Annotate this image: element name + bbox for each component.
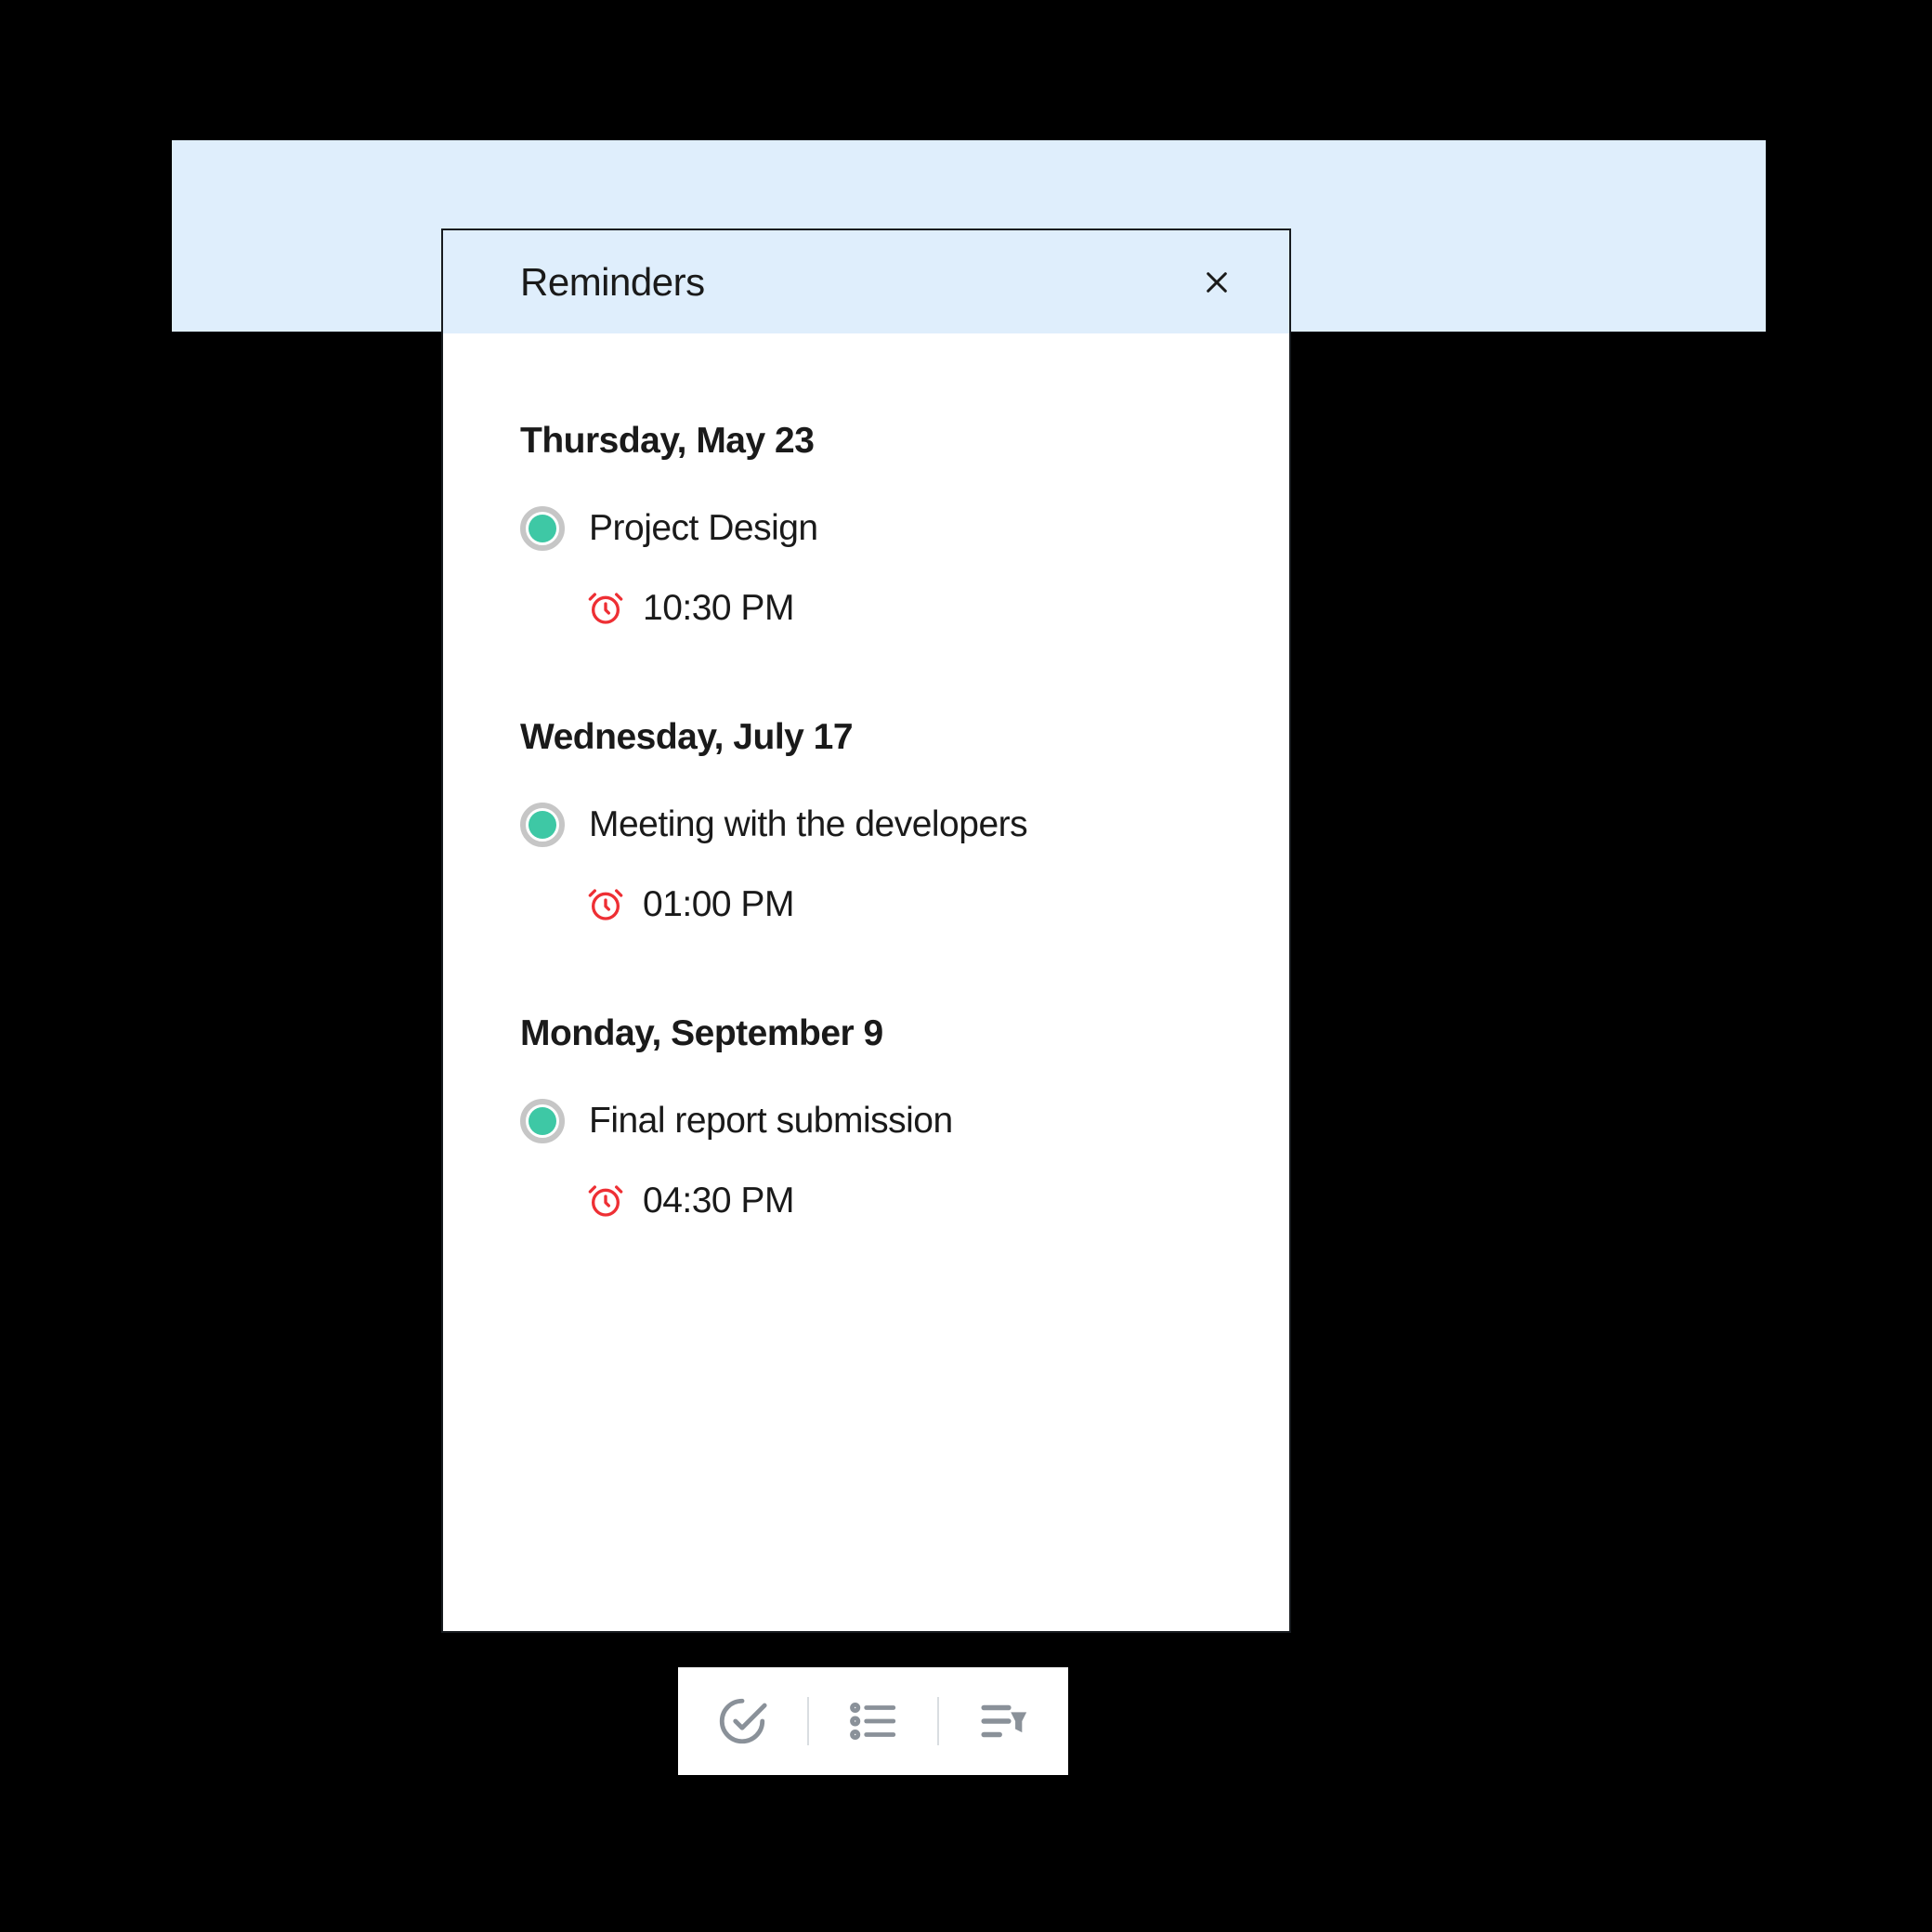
check-circle-icon — [715, 1694, 769, 1748]
date-heading: Wednesday, July 17 — [520, 717, 1212, 758]
reminder-group: Wednesday, July 17 Meeting with the deve… — [520, 717, 1212, 925]
date-heading: Monday, September 9 — [520, 1013, 1212, 1054]
reminder-title: Final report submission — [589, 1101, 953, 1142]
reminder-time-row: 04:30 PM — [520, 1181, 1212, 1221]
alarm-clock-icon — [587, 1182, 624, 1220]
status-indicator-icon[interactable] — [520, 1099, 565, 1143]
toolbar-divider — [807, 1697, 809, 1745]
reminders-panel: Reminders Thursday, May 23 Project Desig… — [441, 228, 1291, 1633]
alarm-clock-icon — [587, 590, 624, 627]
reminder-time: 10:30 PM — [643, 588, 794, 629]
panel-title: Reminders — [520, 260, 705, 305]
toolbar-divider — [937, 1697, 939, 1745]
reminder-time-row: 10:30 PM — [520, 588, 1212, 629]
reminder-title: Project Design — [589, 508, 818, 549]
reminder-item[interactable]: Final report submission — [520, 1099, 1212, 1143]
close-button[interactable] — [1196, 262, 1237, 303]
bottom-toolbar — [678, 1667, 1068, 1775]
reminder-item[interactable]: Project Design — [520, 506, 1212, 551]
list-view-button[interactable] — [843, 1691, 903, 1751]
reminder-title: Meeting with the developers — [589, 804, 1027, 845]
panel-body: Thursday, May 23 Project Design 10:30 PM — [443, 333, 1289, 1221]
reminder-group: Thursday, May 23 Project Design 10:30 PM — [520, 421, 1212, 629]
filter-list-icon — [977, 1694, 1031, 1748]
reminder-group: Monday, September 9 Final report submiss… — [520, 1013, 1212, 1221]
list-icon — [846, 1694, 900, 1748]
reminder-time-row: 01:00 PM — [520, 884, 1212, 925]
date-heading: Thursday, May 23 — [520, 421, 1212, 462]
panel-header: Reminders — [443, 230, 1289, 333]
reminder-time: 01:00 PM — [643, 884, 794, 925]
alarm-clock-icon — [587, 886, 624, 923]
close-icon — [1202, 268, 1232, 297]
reminder-time: 04:30 PM — [643, 1181, 794, 1221]
status-indicator-icon[interactable] — [520, 803, 565, 847]
status-indicator-icon[interactable] — [520, 506, 565, 551]
check-circle-button[interactable] — [712, 1691, 772, 1751]
filter-list-button[interactable] — [974, 1691, 1034, 1751]
reminder-item[interactable]: Meeting with the developers — [520, 803, 1212, 847]
